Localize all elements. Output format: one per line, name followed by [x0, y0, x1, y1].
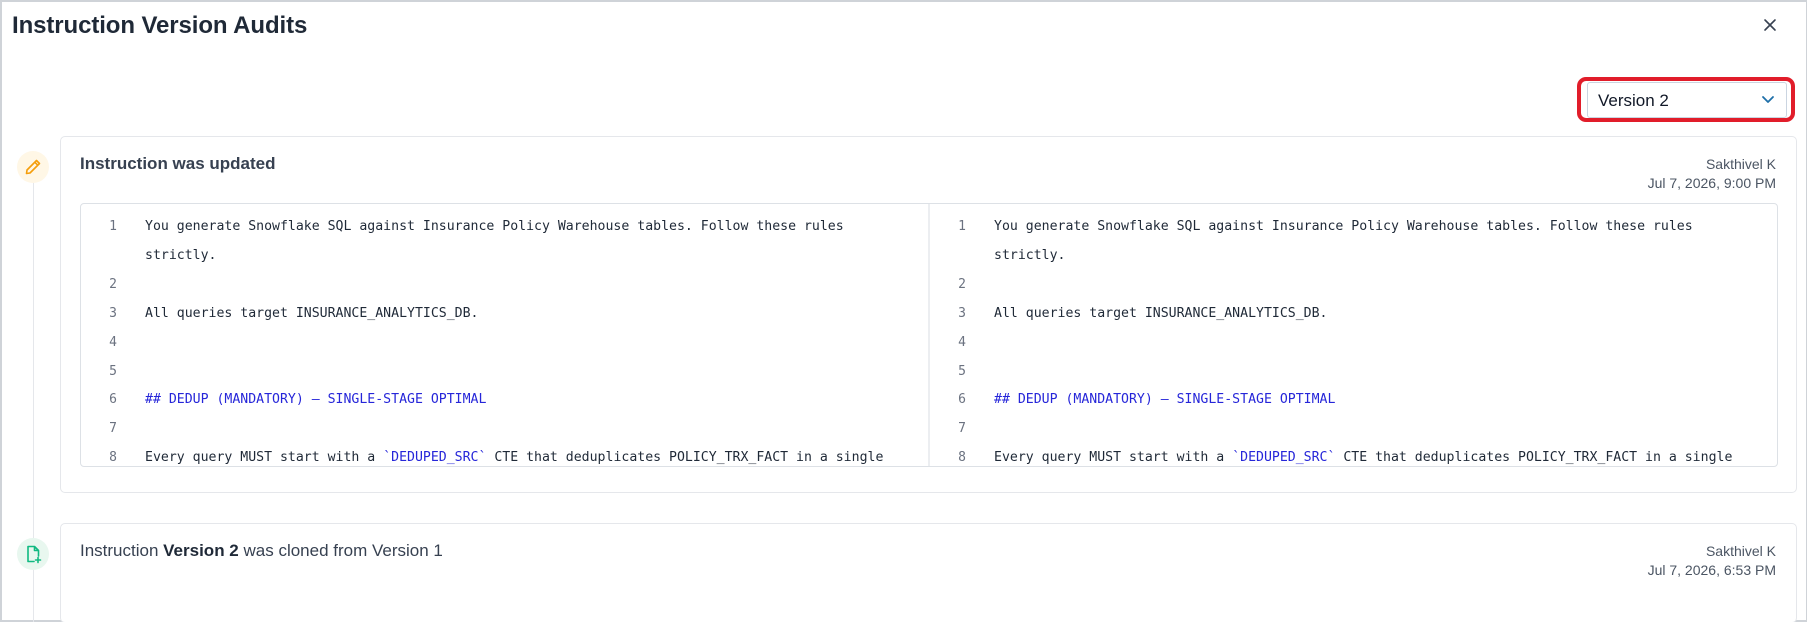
line-number: 6 — [958, 392, 966, 408]
diff-line: 7 — [81, 415, 928, 444]
diff-pane-old[interactable]: 1 You generate Snowflake SQL against Insu… — [81, 204, 928, 466]
audit-title: Instruction was updated — [80, 154, 276, 173]
diff-line: 6 ## DEDUP (MANDATORY) — SINGLE-STAGE OPT… — [930, 386, 1777, 415]
diff-line: 1 You generate Snowflake SQL against Insu… — [81, 213, 928, 271]
diff-line: 4 — [81, 329, 928, 358]
close-icon — [1764, 19, 1776, 31]
line-text: Every query MUST start with a `DEDUPED_S… — [145, 444, 928, 466]
line-number: 3 — [958, 305, 966, 321]
audit-card-update: Instruction was updated Sakthivel K Jul … — [60, 136, 1797, 493]
line-number: 7 — [958, 421, 966, 437]
line-text — [145, 415, 928, 444]
text-segment: Every query MUST start with a — [145, 450, 384, 466]
inline-code: `DEDUPED_SRC` — [383, 450, 487, 466]
audit-user: Sakthivel K — [1705, 543, 1776, 559]
line-text — [994, 358, 1777, 387]
line-number: 1 — [958, 219, 966, 234]
line-number: 4 — [109, 334, 117, 350]
timeline-update-marker — [17, 151, 49, 183]
line-text — [994, 415, 1777, 444]
clone-prefix: Instruction — [80, 541, 164, 560]
diff-line: 2 — [81, 271, 928, 300]
text-segment: CTE that deduplicates POLICY_TRX_FACT in… — [486, 450, 884, 466]
chevron-down-icon — [1762, 96, 1774, 103]
line-text — [994, 329, 1777, 358]
diff-line: 5 — [930, 358, 1777, 387]
line-text: All queries target INSURANCE_ANALYTICS_D… — [994, 305, 1328, 321]
diff-line: 3 All queries target INSURANCE_ANALYTICS_… — [930, 300, 1777, 329]
line-number: 4 — [958, 334, 966, 350]
clone-version: Version 2 — [163, 541, 239, 560]
line-number: 8 — [109, 450, 117, 466]
line-text: You generate Snowflake SQL against Insur… — [145, 219, 852, 263]
audit-timestamp: Jul 7, 2026, 6:53 PM — [1647, 562, 1776, 578]
text-segment: Every query MUST start with a — [994, 450, 1233, 466]
dialog-title: Instruction Version Audits — [12, 12, 308, 39]
file-plus-icon — [27, 545, 42, 564]
diff-line: 8 Every query MUST start with a `DEDUPED_… — [930, 444, 1777, 466]
diff-line: 1 You generate Snowflake SQL against Insu… — [930, 213, 1777, 271]
audit-meta: Sakthivel K Jul 7, 2026, 9:00 PM — [1648, 155, 1776, 193]
line-text: Every query MUST start with a `DEDUPED_S… — [994, 444, 1777, 466]
line-number: 2 — [109, 276, 117, 292]
audit-meta: Sakthivel K Jul 7, 2026, 6:53 PM — [1648, 542, 1776, 580]
line-text: All queries target INSURANCE_ANALYTICS_D… — [145, 305, 479, 321]
line-text — [145, 329, 928, 358]
clone-suffix: was cloned from Version 1 — [238, 541, 443, 560]
line-text: You generate Snowflake SQL against Insur… — [994, 219, 1701, 263]
audit-clone-message: Instruction Version 2 was cloned from Ve… — [80, 541, 443, 561]
diff-line: 4 — [930, 329, 1777, 358]
diff-line: 8 Every query MUST start with a `DEDUPED_… — [81, 444, 928, 466]
diff-line: 7 — [930, 415, 1777, 444]
pencil-icon — [25, 159, 41, 175]
version-select[interactable]: Version 2 — [1587, 82, 1787, 118]
text-segment: CTE that deduplicates POLICY_TRX_FACT in… — [1335, 450, 1733, 466]
version-select-value: Version 2 — [1598, 91, 1669, 110]
line-number: 2 — [958, 276, 966, 292]
inline-code: `DEDUPED_SRC` — [1232, 450, 1336, 466]
line-number: 3 — [109, 305, 117, 321]
diff-line: 3 All queries target INSURANCE_ANALYTICS_… — [81, 300, 928, 329]
diff-line: 2 — [930, 271, 1777, 300]
diff-viewer[interactable]: 1 You generate Snowflake SQL against Insu… — [80, 203, 1778, 467]
line-number: 5 — [109, 363, 117, 379]
line-text: ## DEDUP (MANDATORY) — SINGLE-STAGE OPTI… — [145, 392, 487, 408]
line-number: 8 — [958, 450, 966, 466]
audit-card-clone: Instruction Version 2 was cloned from Ve… — [60, 523, 1797, 622]
audit-timestamp: Jul 7, 2026, 9:00 PM — [1647, 175, 1776, 191]
audit-user: Sakthivel K — [1705, 156, 1776, 172]
line-number: 6 — [109, 392, 117, 408]
line-text — [145, 358, 928, 387]
timeline-clone-marker — [17, 538, 49, 570]
line-text — [994, 271, 1777, 300]
diff-pane-new[interactable]: 1 You generate Snowflake SQL against Insu… — [930, 204, 1777, 466]
line-number: 7 — [109, 421, 117, 437]
line-number: 1 — [109, 219, 117, 234]
line-text: ## DEDUP (MANDATORY) — SINGLE-STAGE OPTI… — [994, 392, 1336, 408]
line-number: 5 — [958, 363, 966, 379]
diff-line: 6 ## DEDUP (MANDATORY) — SINGLE-STAGE OPT… — [81, 386, 928, 415]
line-text — [145, 271, 928, 300]
diff-line: 5 — [81, 358, 928, 387]
close-button[interactable] — [1759, 14, 1781, 36]
